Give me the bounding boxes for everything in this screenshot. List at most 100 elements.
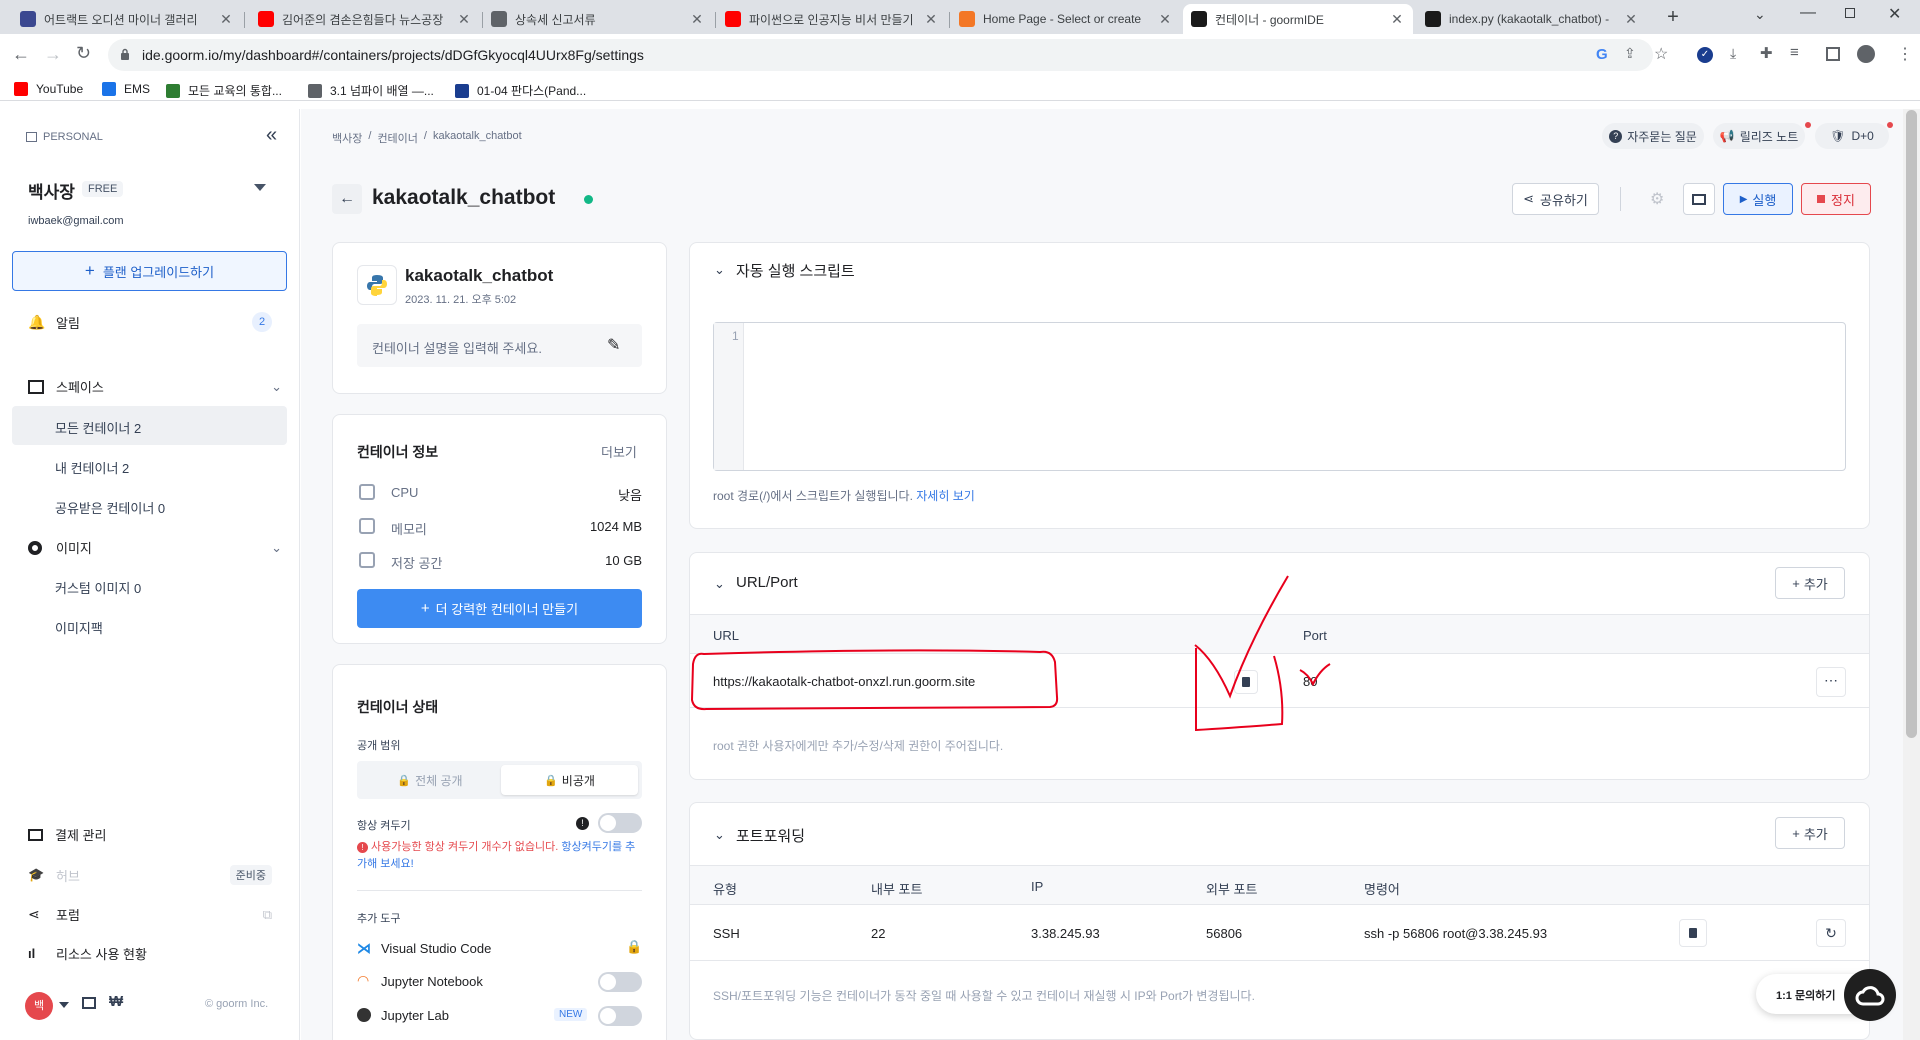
info-row: CPU 낮음 xyxy=(357,482,642,503)
edit-pencil-icon[interactable]: ✎ xyxy=(607,335,620,355)
chevron-down-icon: ⌄ xyxy=(271,539,282,555)
sidebar-item-my-containers[interactable]: 내 컨테이너 2 xyxy=(55,458,129,477)
bookmark-item[interactable]: 01-04 판다스(Pand... xyxy=(455,82,586,99)
sidebar-item-hub[interactable]: 🎓 허브 준비중 xyxy=(28,865,272,885)
url-value[interactable]: https://kakaotalk-chatbot-onxzl.run.goor… xyxy=(713,674,975,689)
breadcrumb-item[interactable]: 컨테이너 xyxy=(377,130,417,146)
extension-download-icon[interactable]: ⤓ xyxy=(1730,45,1736,62)
browser-tab[interactable]: 김어준의 겸손은힘들다 뉴스공장 ✕ xyxy=(250,4,480,34)
avatar-dropdown-icon[interactable] xyxy=(59,1002,69,1008)
bookmark-item[interactable]: YouTube xyxy=(14,82,83,96)
dday-button[interactable]: 🛡 D+0 xyxy=(1815,123,1889,149)
visibility-private-option[interactable]: 🔒 비공개 xyxy=(501,765,638,795)
run-button[interactable]: ▶ 실행 xyxy=(1723,183,1793,215)
script-editor[interactable]: 1 xyxy=(713,322,1846,471)
sidebar-item-custom-images[interactable]: 커스텀 이미지 0 xyxy=(55,578,141,597)
sidebar-item-forum[interactable]: ⋖ 포럼 ⧉ xyxy=(28,905,272,924)
tab-close-icon[interactable]: ✕ xyxy=(456,11,472,28)
jupyter-notebook-toggle[interactable] xyxy=(598,972,642,992)
info-more-link[interactable]: 더보기 xyxy=(601,442,637,461)
add-port-button[interactable]: + 추가 xyxy=(1775,817,1845,849)
description-field[interactable]: 컨테이너 설명을 입력해 주세요. ✎ xyxy=(357,324,642,367)
always-on-toggle[interactable] xyxy=(598,813,642,833)
sidebar-item-image-pack[interactable]: 이미지팩 xyxy=(55,618,103,637)
url-table-row: https://kakaotalk-chatbot-onxzl.run.goor… xyxy=(690,654,1869,708)
sidebar-item-images[interactable]: 이미지 ⌄ xyxy=(28,538,282,557)
extension-check-icon[interactable]: ✓ xyxy=(1697,47,1713,63)
share-button[interactable]: ⋖ 공유하기 xyxy=(1512,183,1599,215)
extensions-puzzle-icon[interactable]: ✚ xyxy=(1760,44,1773,62)
sidebar-item-resource-usage[interactable]: ıl 리소스 사용 현황 xyxy=(28,944,147,963)
profile-icon[interactable] xyxy=(1857,45,1875,63)
restore-button[interactable] xyxy=(1845,8,1855,18)
bookmark-item[interactable]: 3.1 넘파이 배열 —... xyxy=(308,82,434,99)
close-window-button[interactable]: ✕ xyxy=(1888,4,1901,24)
bookmark-item[interactable]: EMS xyxy=(102,82,150,96)
address-bar[interactable]: ide.goorm.io/my/dashboard#/containers/pr… xyxy=(108,39,1668,71)
info-icon[interactable]: ! xyxy=(576,817,589,830)
copy-url-icon[interactable] xyxy=(1234,670,1258,694)
tab-close-icon[interactable]: ✕ xyxy=(923,11,939,28)
visibility-public-option[interactable]: 🔒 전체 공개 xyxy=(361,765,499,795)
sidebar-item-notifications[interactable]: 🔔 알림 2 xyxy=(28,312,272,332)
bookmark-item[interactable]: 모든 교육의 통합... xyxy=(166,82,282,99)
back-button[interactable]: ← xyxy=(332,184,362,214)
faq-button[interactable]: ? 자주묻는 질문 xyxy=(1602,123,1704,149)
chevron-down-icon[interactable]: ⌄ xyxy=(714,262,725,278)
google-icon[interactable]: G xyxy=(1596,46,1608,63)
minimize-button[interactable]: — xyxy=(1800,4,1820,22)
browser-menu-icon[interactable]: ⋮ xyxy=(1897,44,1913,64)
reload-icon[interactable]: ↻ xyxy=(76,43,91,64)
vscode-icon: ⋊ xyxy=(357,940,371,956)
currency-icon[interactable]: ₩ xyxy=(109,993,123,1010)
refresh-icon[interactable]: ↻ xyxy=(1816,919,1846,947)
copy-command-icon[interactable] xyxy=(1679,919,1707,947)
upgrade-plan-button[interactable]: + 플랜 업그레이드하기 xyxy=(12,251,287,291)
forward-icon[interactable]: → xyxy=(44,44,62,65)
stop-button[interactable]: 정지 xyxy=(1801,183,1871,215)
new-tab-button[interactable]: + xyxy=(1663,7,1683,28)
browser-tab[interactable]: index.py (kakaotalk_chatbot) - ✕ xyxy=(1417,4,1647,34)
bookmark-star-icon[interactable]: ☆ xyxy=(1654,44,1668,64)
tab-close-icon[interactable]: ✕ xyxy=(218,11,234,28)
tab-close-icon[interactable]: ✕ xyxy=(1157,11,1173,28)
sidebar-item-spaces[interactable]: 스페이스 ⌄ xyxy=(28,377,282,396)
create-stronger-container-button[interactable]: + 더 강력한 컨테이너 만들기 xyxy=(357,589,642,628)
image-disc-icon xyxy=(28,540,42,555)
chat-cloud-icon[interactable] xyxy=(1844,969,1896,1021)
account-dropdown-icon[interactable] xyxy=(254,184,266,191)
sidebar-item-billing[interactable]: 결제 관리 xyxy=(28,825,106,844)
bookmark-label: EMS xyxy=(124,82,151,96)
tab-search-icon[interactable]: ⌄ xyxy=(1754,6,1766,23)
add-url-button[interactable]: + 추가 xyxy=(1775,567,1845,599)
scrollbar-thumb[interactable] xyxy=(1906,110,1917,738)
settings-icon[interactable]: ⚙ xyxy=(1650,189,1664,209)
script-hint-link[interactable]: 자세히 보기 xyxy=(916,489,975,503)
collapse-sidebar-icon[interactable]: « xyxy=(266,124,277,147)
chevron-down-icon[interactable]: ⌄ xyxy=(714,827,725,843)
browser-tab[interactable]: 컨테이너 - goormIDE ✕ xyxy=(1183,4,1413,34)
jupyter-lab-toggle[interactable] xyxy=(598,1006,642,1026)
tab-close-icon[interactable]: ✕ xyxy=(1623,11,1639,28)
card-icon xyxy=(28,828,43,841)
share-page-icon[interactable]: ⇪ xyxy=(1624,45,1636,62)
back-icon[interactable]: ← xyxy=(12,44,30,65)
sidebar-item-shared-containers[interactable]: 공유받은 컨테이너 0 xyxy=(55,498,165,517)
tab-close-icon[interactable]: ✕ xyxy=(1389,11,1405,28)
more-options-button[interactable]: ⋯ xyxy=(1816,667,1846,697)
sidebar-item-all-containers[interactable] xyxy=(12,406,287,445)
release-notes-button[interactable]: 📢 릴리즈 노트 xyxy=(1713,123,1805,149)
side-panel-icon[interactable] xyxy=(1826,47,1840,61)
chevron-down-icon[interactable]: ⌄ xyxy=(714,576,725,592)
breadcrumb-item[interactable]: 백사장 xyxy=(332,130,362,146)
browser-tab[interactable]: 파이썬으로 인공지능 비서 만들기 ✕ xyxy=(717,4,947,34)
layout-toggle-icon[interactable] xyxy=(82,997,96,1009)
upgrade-plan-label: 플랜 업그레이드하기 xyxy=(102,264,215,280)
media-control-icon[interactable]: ≡ xyxy=(1790,44,1799,61)
browser-tab[interactable]: Home Page - Select or create ✕ xyxy=(951,4,1181,34)
tab-close-icon[interactable]: ✕ xyxy=(689,11,705,28)
avatar[interactable]: 백 xyxy=(25,992,53,1020)
browser-tab[interactable]: 어트랙트 오디션 마이너 갤러리 ✕ xyxy=(12,4,242,34)
browser-tab[interactable]: 상속세 신고서류 ✕ xyxy=(483,4,713,34)
terminal-button[interactable] xyxy=(1683,183,1715,215)
